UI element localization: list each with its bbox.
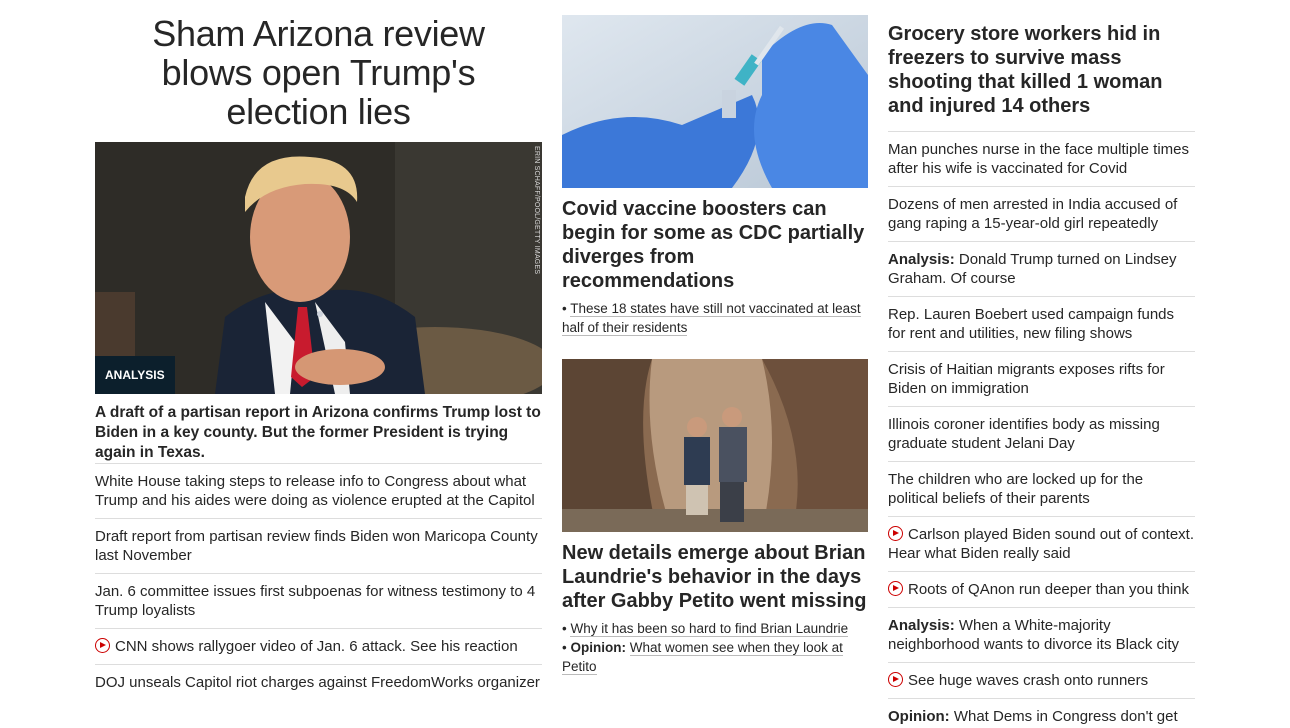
list-item[interactable]: Jan. 6 committee issues first subpoenas … (95, 573, 542, 628)
right-column: Grocery store workers hid in freezers to… (888, 0, 1195, 728)
list-item[interactable]: Man punches nurse in the face multiple t… (888, 131, 1195, 186)
opinion-label: Opinion: (570, 640, 626, 655)
grocery-headline[interactable]: Grocery store workers hid in freezers to… (888, 22, 1195, 131)
petito-image[interactable] (562, 359, 868, 532)
middle-column: Covid vaccine boosters can begin for som… (562, 0, 868, 676)
vaccine-headline[interactable]: Covid vaccine boosters can begin for som… (562, 197, 868, 293)
list-item-text[interactable]: Draft report from partisan review finds … (95, 528, 538, 564)
list-item[interactable]: Opinion: What Dems in Congress don't get (888, 698, 1195, 728)
related-link[interactable]: • These 18 states have still not vaccina… (562, 299, 868, 337)
petito-related: • Why it has been so hard to find Brian … (562, 619, 868, 676)
list-item-text[interactable]: Dozens of men arrested in India accused … (888, 196, 1177, 232)
analysis-label: Analysis: (888, 251, 955, 268)
list-item-text[interactable]: Roots of QAnon run deeper than you think (908, 581, 1189, 598)
list-item-text[interactable]: Carlson played Biden sound out of contex… (888, 526, 1194, 562)
list-item[interactable]: CNN shows rallygoer video of Jan. 6 atta… (95, 628, 542, 664)
list-item-text[interactable]: Jan. 6 committee issues first subpoenas … (95, 583, 535, 619)
list-item[interactable]: Analysis: When a White-majority neighbor… (888, 607, 1195, 662)
list-item-text[interactable]: What Dems in Congress don't get (954, 708, 1178, 725)
list-item-text[interactable]: Rep. Lauren Boebert used campaign funds … (888, 306, 1174, 342)
list-item[interactable]: Illinois coroner identifies body as miss… (888, 406, 1195, 461)
list-item-text[interactable]: CNN shows rallygoer video of Jan. 6 atta… (115, 638, 518, 655)
list-item[interactable]: DOJ unseals Capitol riot charges against… (95, 664, 542, 700)
list-item[interactable]: The children who are locked up for the p… (888, 461, 1195, 516)
list-item[interactable]: White House taking steps to release info… (95, 463, 542, 518)
list-item[interactable]: Rep. Lauren Boebert used campaign funds … (888, 296, 1195, 351)
list-item-text[interactable]: Illinois coroner identifies body as miss… (888, 416, 1160, 452)
list-item-text[interactable]: White House taking steps to release info… (95, 473, 535, 509)
video-play-icon (888, 672, 903, 687)
list-item-text[interactable]: The children who are locked up for the p… (888, 471, 1143, 507)
vaccine-photo (562, 15, 868, 188)
video-play-icon (888, 526, 903, 541)
video-play-icon (95, 638, 110, 653)
lead-headline[interactable]: Sham Arizona review blows open Trump's e… (95, 14, 542, 131)
video-play-icon (888, 581, 903, 596)
opinion-label: Opinion: (888, 708, 950, 725)
canyon-photo (562, 359, 868, 532)
related-link[interactable]: • Opinion: What women see when they look… (562, 638, 868, 676)
list-item[interactable]: Analysis: Donald Trump turned on Lindsey… (888, 241, 1195, 296)
related-link-text[interactable]: These 18 states have still not vaccinate… (562, 301, 861, 336)
lead-story-column: Sham Arizona review blows open Trump's e… (95, 0, 542, 700)
list-item[interactable]: Roots of QAnon run deeper than you think (888, 571, 1195, 607)
list-item-text[interactable]: Man punches nurse in the face multiple t… (888, 141, 1189, 177)
related-link[interactable]: • Why it has been so hard to find Brian … (562, 619, 868, 638)
photo-credit: ERIN SCHAFF/POOL/GETTY IMAGES (533, 146, 540, 275)
analysis-label: Analysis: (888, 617, 955, 634)
list-item-text[interactable]: See huge waves crash onto runners (908, 672, 1148, 689)
list-item-text[interactable]: DOJ unseals Capitol riot charges against… (95, 674, 540, 691)
list-item[interactable]: See huge waves crash onto runners (888, 662, 1195, 698)
list-item[interactable]: Crisis of Haitian migrants exposes rifts… (888, 351, 1195, 406)
lead-description[interactable]: A draft of a partisan report in Arizona … (95, 403, 542, 463)
list-item-text[interactable]: Crisis of Haitian migrants exposes rifts… (888, 361, 1165, 397)
lead-story-image[interactable]: ERIN SCHAFF/POOL/GETTY IMAGES ANALYSIS (95, 142, 542, 394)
vaccine-image[interactable] (562, 15, 868, 188)
related-link-text[interactable]: Why it has been so hard to find Brian La… (570, 621, 849, 637)
analysis-badge: ANALYSIS (95, 356, 175, 394)
petito-headline[interactable]: New details emerge about Brian Laundrie'… (562, 541, 868, 613)
vaccine-related: • These 18 states have still not vaccina… (562, 299, 868, 337)
list-item[interactable]: Carlson played Biden sound out of contex… (888, 516, 1195, 571)
list-item[interactable]: Draft report from partisan review finds … (95, 518, 542, 573)
list-item[interactable]: Dozens of men arrested in India accused … (888, 186, 1195, 241)
